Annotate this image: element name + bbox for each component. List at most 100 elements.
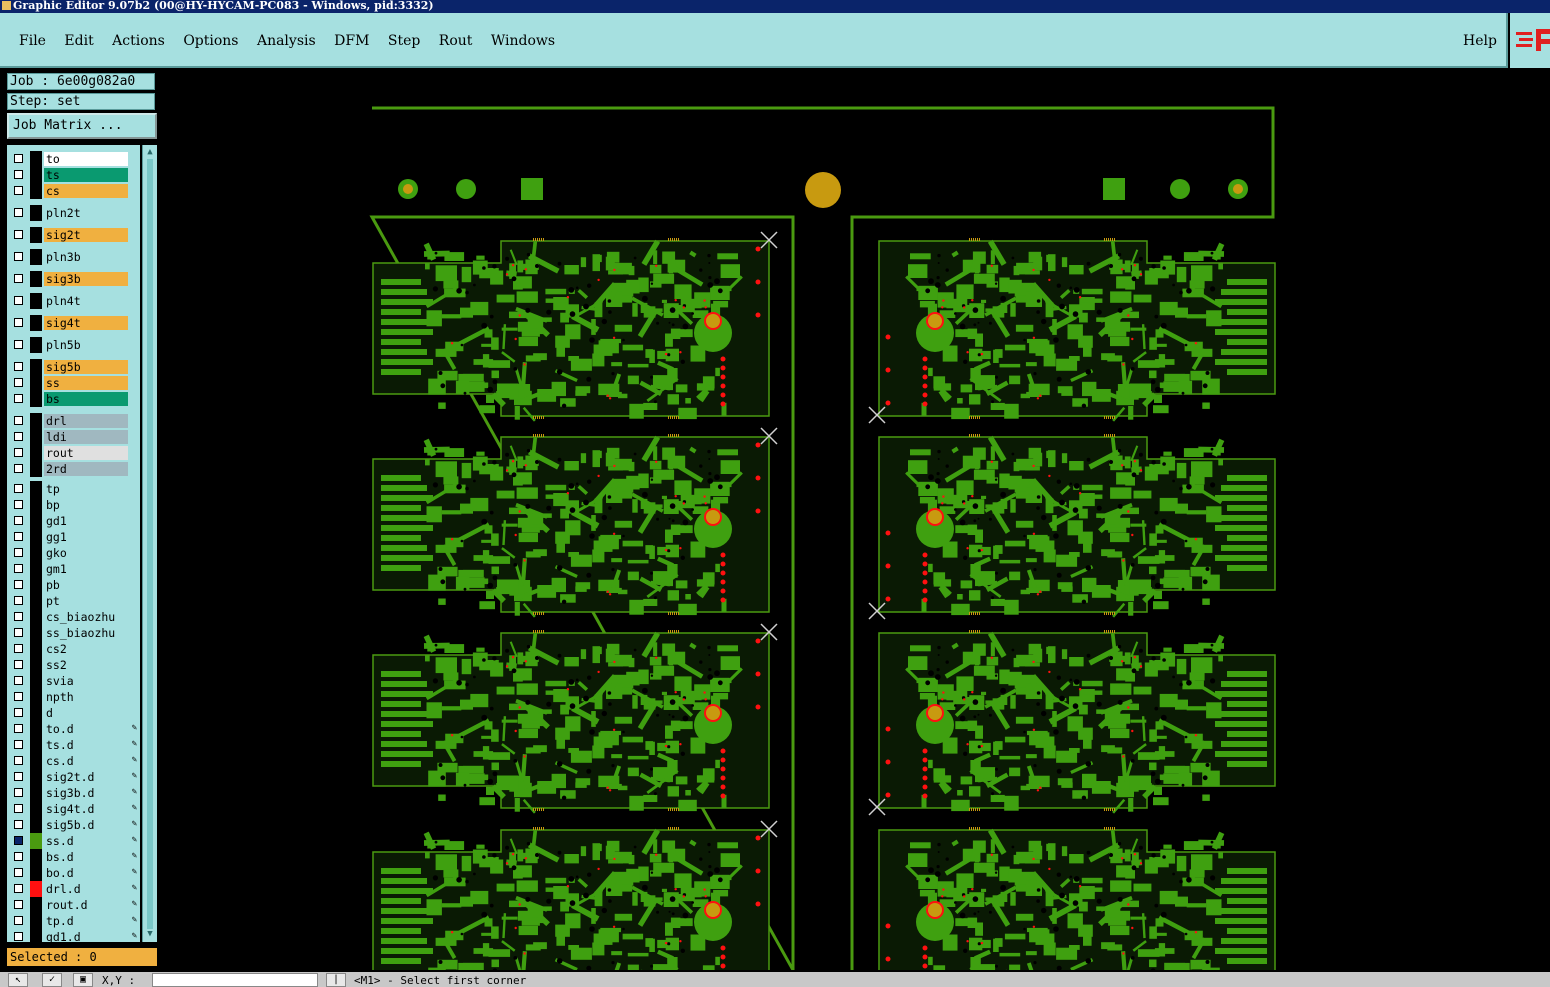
layer-name[interactable]: pln3b xyxy=(44,250,128,264)
menu-edit[interactable]: Edit xyxy=(64,33,93,49)
layer-name[interactable]: ldi xyxy=(44,430,128,444)
job-matrix-button[interactable]: Job Matrix ... xyxy=(7,113,157,139)
layer-checkbox[interactable] xyxy=(14,884,23,893)
layer-name[interactable]: cs.d xyxy=(44,754,128,768)
layer-checkbox[interactable] xyxy=(14,916,23,925)
scroll-up-icon[interactable]: ▲ xyxy=(145,147,155,157)
layer-color-swatch[interactable] xyxy=(30,481,42,497)
layer-color-swatch[interactable] xyxy=(30,657,42,673)
layer-color-swatch[interactable] xyxy=(30,849,42,865)
layer-row-gd1-d[interactable]: ✎ gd1.d xyxy=(7,929,140,942)
layer-row-drl-d[interactable]: ✎ drl.d xyxy=(7,881,140,897)
layer-row-rout[interactable]: rout xyxy=(7,445,140,461)
layer-row-to[interactable]: to xyxy=(7,151,140,167)
layer-color-swatch[interactable] xyxy=(30,753,42,769)
layer-color-swatch[interactable] xyxy=(30,445,42,461)
layer-checkbox[interactable] xyxy=(14,394,23,403)
layer-checkbox[interactable] xyxy=(14,612,23,621)
layer-checkbox[interactable] xyxy=(14,820,23,829)
layer-checkbox[interactable] xyxy=(14,340,23,349)
layer-color-swatch[interactable] xyxy=(30,513,42,529)
layer-row-pln4t[interactable]: pln4t xyxy=(7,293,140,309)
layer-color-swatch[interactable] xyxy=(30,801,42,817)
layer-color-swatch[interactable] xyxy=(30,227,42,243)
layer-color-swatch[interactable] xyxy=(30,359,42,375)
layer-row-ss-d[interactable]: ✎ ss.d xyxy=(7,833,140,849)
layer-checkbox[interactable] xyxy=(14,186,23,195)
layer-row-bo-d[interactable]: ✎ bo.d xyxy=(7,865,140,881)
layer-color-swatch[interactable] xyxy=(30,151,42,167)
layer-checkbox[interactable] xyxy=(14,532,23,541)
layer-name[interactable]: sig3b xyxy=(44,272,128,286)
layer-color-swatch[interactable] xyxy=(30,461,42,477)
layer-name[interactable]: svia xyxy=(44,674,128,688)
layer-name[interactable]: pln2t xyxy=(44,206,128,220)
layer-name[interactable]: sig5b xyxy=(44,360,128,374)
layer-checkbox[interactable] xyxy=(14,740,23,749)
layer-name[interactable]: pt xyxy=(44,594,128,608)
layer-row-sig2t-d[interactable]: ✎ sig2t.d xyxy=(7,769,140,785)
layer-color-swatch[interactable] xyxy=(30,641,42,657)
layer-name[interactable]: to xyxy=(44,152,128,166)
layer-checkbox[interactable] xyxy=(14,516,23,525)
layer-row-npth[interactable]: npth xyxy=(7,689,140,705)
layer-name[interactable]: gd1.d xyxy=(44,930,128,942)
layer-row-rout-d[interactable]: ✎ rout.d xyxy=(7,897,140,913)
layer-checkbox[interactable] xyxy=(14,756,23,765)
layer-color-swatch[interactable] xyxy=(30,673,42,689)
menu-windows[interactable]: Windows xyxy=(491,33,555,49)
layer-checkbox[interactable] xyxy=(14,804,23,813)
layer-name[interactable]: drl xyxy=(44,414,128,428)
layer-row-sig5b[interactable]: sig5b xyxy=(7,359,140,375)
layer-color-swatch[interactable] xyxy=(30,689,42,705)
layer-checkbox[interactable] xyxy=(14,448,23,457)
layer-checkbox[interactable] xyxy=(14,318,23,327)
layer-checkbox[interactable] xyxy=(14,564,23,573)
layer-row-tp-d[interactable]: ✎ tp.d xyxy=(7,913,140,929)
layer-name[interactable]: rout xyxy=(44,446,128,460)
layer-color-swatch[interactable] xyxy=(30,721,42,737)
menu-actions[interactable]: Actions xyxy=(112,33,165,49)
layer-name[interactable]: sig2t xyxy=(44,228,128,242)
layer-color-swatch[interactable] xyxy=(30,183,42,199)
layer-color-swatch[interactable] xyxy=(30,391,42,407)
layer-name[interactable]: 2rd xyxy=(44,462,128,476)
layer-checkbox[interactable] xyxy=(14,230,23,239)
layer-row-pln2t[interactable]: pln2t xyxy=(7,205,140,221)
layer-checkbox[interactable] xyxy=(14,660,23,669)
layer-name[interactable]: gm1 xyxy=(44,562,128,576)
layer-color-swatch[interactable] xyxy=(30,375,42,391)
layer-checkbox[interactable] xyxy=(14,416,23,425)
layer-row-sig4t[interactable]: sig4t xyxy=(7,315,140,331)
layer-row-bp[interactable]: bp xyxy=(7,497,140,513)
layer-name[interactable]: gg1 xyxy=(44,530,128,544)
layer-row-ss2[interactable]: ss2 xyxy=(7,657,140,673)
layer-color-swatch[interactable] xyxy=(30,429,42,445)
layer-name[interactable]: sig5b.d xyxy=(44,818,128,832)
layer-name[interactable]: d xyxy=(44,706,128,720)
layer-color-swatch[interactable] xyxy=(30,593,42,609)
menu-file[interactable]: File xyxy=(19,33,46,49)
menu-dfm[interactable]: DFM xyxy=(334,33,369,49)
layer-row-d[interactable]: d xyxy=(7,705,140,721)
layer-row-sig3b[interactable]: sig3b xyxy=(7,271,140,287)
menu-rout[interactable]: Rout xyxy=(439,33,473,49)
layer-row-ss[interactable]: ss xyxy=(7,375,140,391)
layer-color-swatch[interactable] xyxy=(30,561,42,577)
layer-row-gd1[interactable]: gd1 xyxy=(7,513,140,529)
layer-name[interactable]: pb xyxy=(44,578,128,592)
layer-row-pln5b[interactable]: pln5b xyxy=(7,337,140,353)
layer-color-swatch[interactable] xyxy=(30,913,42,929)
layer-row-sig3b-d[interactable]: ✎ sig3b.d xyxy=(7,785,140,801)
layer-checkbox[interactable] xyxy=(14,548,23,557)
layer-name[interactable]: ss2 xyxy=(44,658,128,672)
layer-row-ss-biaozhu[interactable]: ss_biaozhu xyxy=(7,625,140,641)
layer-row-bs-d[interactable]: ✎ bs.d xyxy=(7,849,140,865)
menu-analysis[interactable]: Analysis xyxy=(257,33,316,49)
layer-color-swatch[interactable] xyxy=(30,577,42,593)
layer-name[interactable]: sig4t.d xyxy=(44,802,128,816)
layer-color-swatch[interactable] xyxy=(30,167,42,183)
layer-checkbox[interactable] xyxy=(14,378,23,387)
layer-name[interactable]: drl.d xyxy=(44,882,128,896)
layer-name[interactable]: pln4t xyxy=(44,294,128,308)
